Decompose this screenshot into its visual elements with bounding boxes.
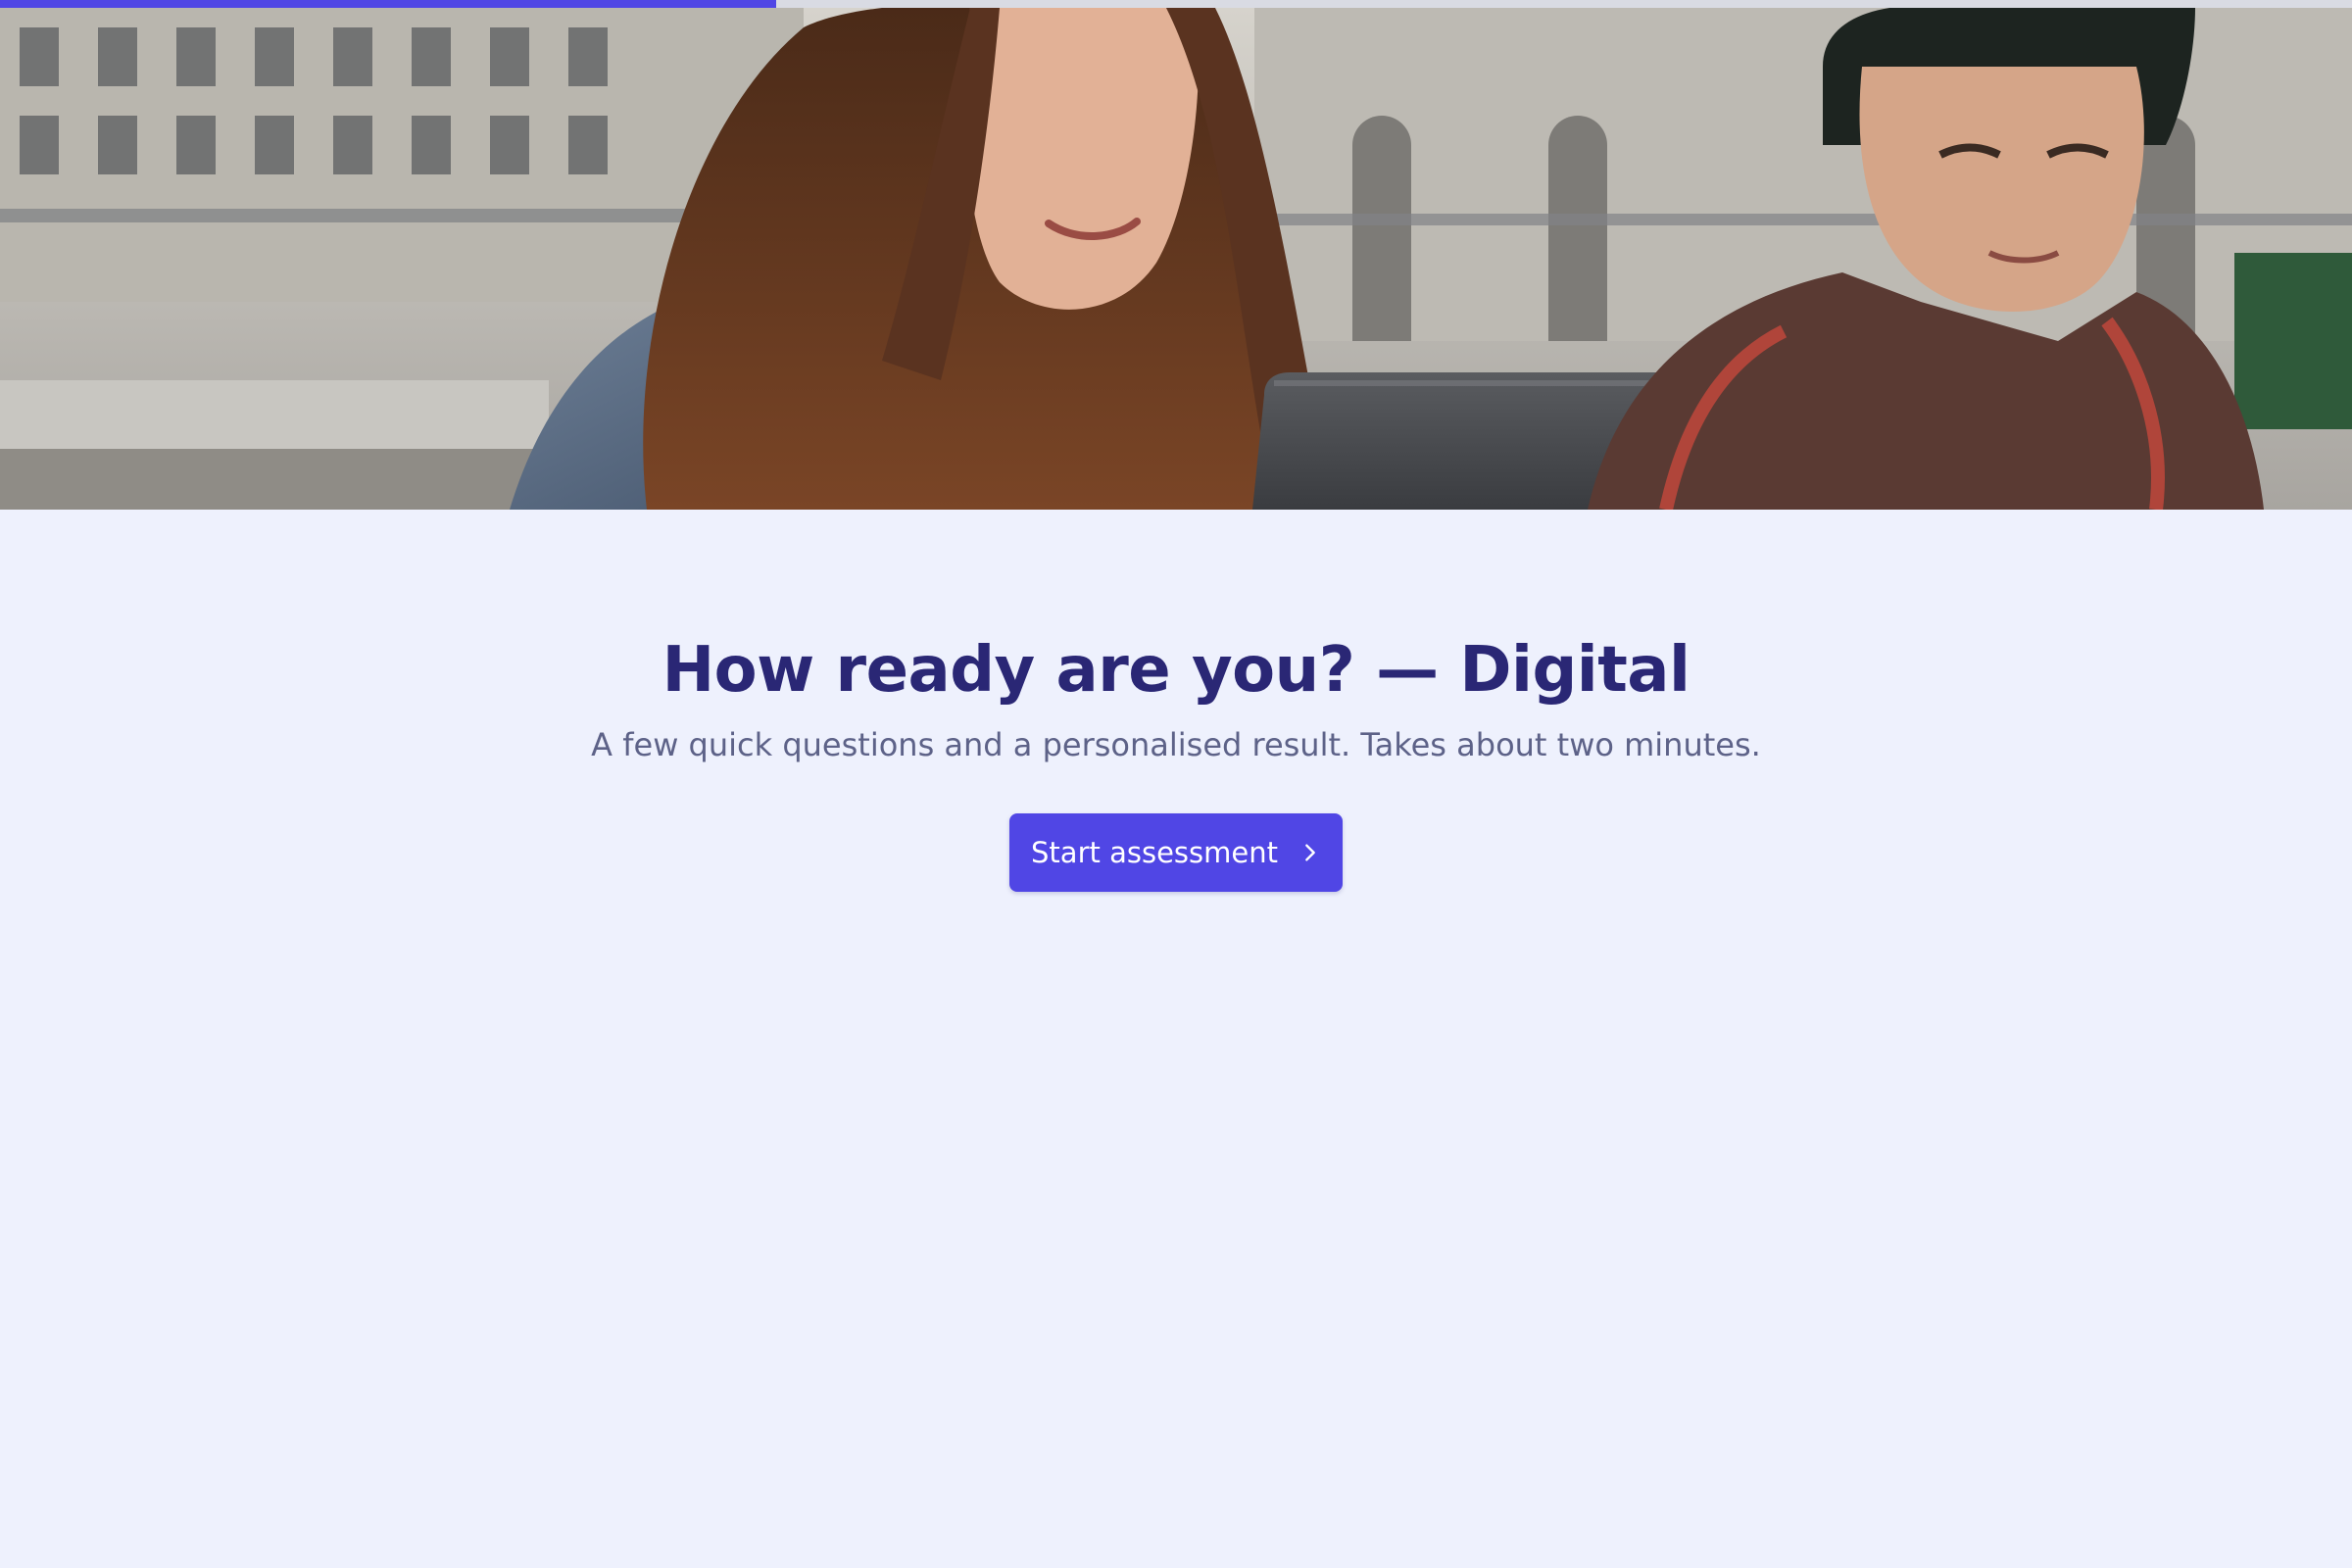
hero-image (0, 8, 2352, 510)
progress-bar (0, 0, 2352, 8)
chevron-right-icon (1305, 844, 1315, 861)
start-assessment-label: Start assessment (1031, 836, 1278, 869)
hero-photo-illustration (0, 8, 2352, 510)
page-title: How ready are you? — Digital (662, 634, 1690, 707)
intro-section: How ready are you? — Digital A few quick… (0, 510, 2352, 892)
assessment-landing-page: How ready are you? — Digital A few quick… (0, 0, 2352, 1568)
page-subtitle: A few quick questions and a personalised… (591, 726, 1761, 763)
start-assessment-button[interactable]: Start assessment (1009, 813, 1343, 892)
progress-bar-fill (0, 0, 776, 8)
